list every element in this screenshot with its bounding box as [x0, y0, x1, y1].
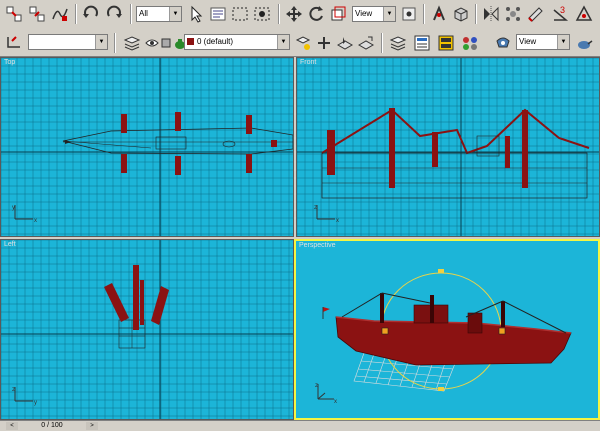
ship-perspective-view	[322, 269, 572, 392]
axis-constraint-icon[interactable]	[4, 33, 24, 53]
rotate-icon[interactable]	[306, 4, 326, 24]
next-frame-button[interactable]: >	[86, 422, 98, 430]
redo-icon[interactable]	[104, 4, 124, 24]
select-by-name-icon[interactable]	[208, 4, 228, 24]
mirror-icon[interactable]	[481, 4, 501, 24]
frame-counter[interactable]: 0 / 100	[22, 422, 82, 430]
reference-coordinate-value: View	[355, 9, 373, 18]
svg-text:x: x	[336, 218, 339, 224]
viewport-front[interactable]: Front x z	[296, 57, 600, 237]
select-manipulate-icon[interactable]	[429, 4, 449, 24]
curve-editor-icon[interactable]	[525, 4, 545, 24]
select-object-icon[interactable]	[186, 4, 206, 24]
reference-coordinate-dropdown[interactable]: View ▼	[352, 6, 396, 22]
axis-tripod-icon: y z	[12, 387, 37, 406]
svg-text:x: x	[334, 399, 337, 405]
svg-text:z: z	[314, 205, 317, 211]
viewport-label-perspective[interactable]: Perspective	[299, 242, 336, 249]
viewport-label-front[interactable]: Front	[300, 59, 316, 66]
viewport-top[interactable]: Top x y	[0, 57, 294, 237]
freeze-icon[interactable]	[156, 33, 171, 53]
rectangle-region-icon[interactable]	[230, 4, 250, 24]
unlink-icon[interactable]	[27, 4, 47, 24]
undo-icon[interactable]	[81, 4, 101, 24]
schematic-icon[interactable]	[412, 33, 432, 53]
add-to-layer-icon[interactable]	[314, 33, 334, 53]
select-link-icon[interactable]	[4, 4, 24, 24]
svg-text:x: x	[34, 218, 37, 224]
selection-filter-value: All	[139, 9, 148, 18]
use-pivot-icon[interactable]	[399, 4, 419, 24]
main-toolbar: All ▼ View ▼ 3	[0, 0, 600, 30]
render-spheres-icon[interactable]	[460, 33, 480, 53]
snap-toggle-icon[interactable]	[451, 4, 471, 24]
viewport-perspective[interactable]: Perspective x z	[294, 239, 600, 420]
bind-space-warp-icon[interactable]	[50, 4, 70, 24]
time-slider[interactable]: < 0 / 100 >	[0, 420, 600, 431]
render-view-value: View	[519, 37, 537, 46]
quick-render-icon[interactable]	[493, 33, 513, 53]
axis-tripod-icon: x y	[12, 205, 37, 224]
ship-front-view	[321, 108, 590, 199]
axis-tripod-icon: x z	[315, 383, 337, 405]
viewport-left[interactable]: Left y z	[0, 239, 294, 420]
render-teapot-icon[interactable]	[574, 33, 594, 53]
teapot-icon[interactable]	[170, 33, 185, 53]
layer-color-swatch	[187, 38, 194, 46]
named-selection-dropdown[interactable]: ▼	[28, 34, 108, 50]
secondary-toolbar: ▼ 0 (default) ▼ View ▼	[0, 29, 600, 57]
ship-top-view	[62, 112, 293, 175]
viewport-label-top[interactable]: Top	[4, 59, 15, 66]
svg-text:y: y	[34, 400, 37, 406]
render-view-dropdown[interactable]: View ▼	[516, 34, 570, 50]
eye-icon[interactable]	[142, 33, 159, 53]
ship-left-view	[104, 265, 169, 349]
move-icon[interactable]	[284, 4, 304, 24]
render-setup-icon[interactable]	[574, 4, 594, 24]
svg-text:y: y	[12, 205, 15, 211]
set-current-layer-icon[interactable]	[356, 33, 376, 53]
viewport-label-left[interactable]: Left	[4, 241, 16, 248]
svg-text:z: z	[315, 383, 318, 389]
align-icon[interactable]	[503, 4, 523, 24]
select-in-layer-icon[interactable]	[335, 33, 355, 53]
prev-frame-button[interactable]: <	[6, 422, 18, 430]
selection-filter-dropdown[interactable]: All ▼	[136, 6, 182, 22]
axis-tripod-icon: x z	[314, 205, 339, 224]
layer-name: 0 (default)	[197, 37, 234, 46]
create-layer-icon[interactable]	[293, 33, 313, 53]
layer-dropdown[interactable]: 0 (default) ▼	[184, 34, 290, 50]
svg-text:z: z	[12, 387, 15, 393]
angle-snap-icon[interactable]: 3	[550, 4, 570, 24]
window-crossing-icon[interactable]	[252, 4, 272, 24]
layer-icon[interactable]	[122, 33, 142, 53]
snap-label: 3	[560, 5, 565, 15]
scale-icon[interactable]	[328, 4, 348, 24]
material-editor-icon[interactable]	[436, 33, 456, 53]
layer-manager-icon[interactable]	[388, 33, 408, 53]
